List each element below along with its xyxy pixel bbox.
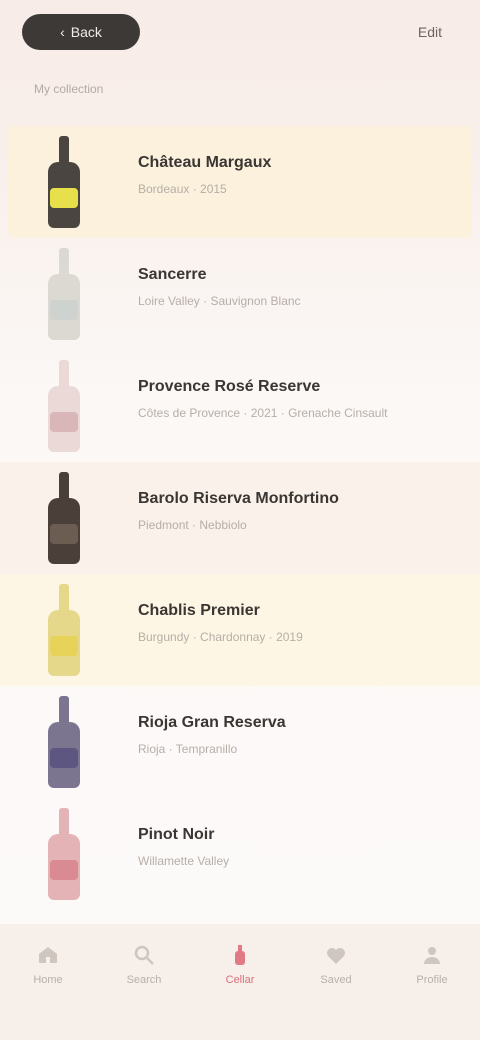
profile-icon xyxy=(419,942,445,968)
list-item-text: Barolo Riserva Monfortino Piedmont · Nebb… xyxy=(138,490,440,532)
edit-button[interactable]: Edit xyxy=(418,22,442,42)
wine-bottle-thumbnail xyxy=(40,468,88,568)
wine-title: Rioja Gran Reserva xyxy=(138,714,286,731)
search-icon xyxy=(131,942,157,968)
wine-title: Chablis Premier xyxy=(138,602,260,619)
tab-cellar[interactable]: Cellar xyxy=(200,942,280,986)
wine-list: Château Margaux Bordeaux · 2015 Sancerre Lo… xyxy=(0,126,480,910)
wine-bottle-thumbnail xyxy=(40,580,88,680)
wine-bottle-thumbnail xyxy=(40,244,88,344)
list-item[interactable]: Sancerre Loire Valley · Sauvignon Blanc xyxy=(0,238,480,350)
bottle-icon xyxy=(44,580,84,680)
wine-title: Sancerre xyxy=(138,266,207,283)
list-item[interactable]: Chablis Premier Burgundy · Chardonnay · 2… xyxy=(0,574,480,686)
wine-subtitle: Bordeaux · 2015 xyxy=(138,182,227,196)
tab-profile[interactable]: Profile xyxy=(392,942,472,986)
wine-bottle-thumbnail xyxy=(40,132,88,232)
tab-search[interactable]: Search xyxy=(104,942,184,986)
wine-bottle-thumbnail xyxy=(40,804,88,904)
tab-label: Cellar xyxy=(225,974,255,986)
heart-icon xyxy=(323,942,349,968)
list-item-text: Rioja Gran Reserva Rioja · Tempranillo xyxy=(138,714,440,756)
list-item[interactable]: Rioja Gran Reserva Rioja · Tempranillo xyxy=(0,686,480,798)
list-item[interactable]: Provence Rosé Reserve Côtes de Provence ·… xyxy=(0,350,480,462)
tab-label: Home xyxy=(33,974,63,986)
wine-title: Château Margaux xyxy=(138,154,272,171)
tab-label: Search xyxy=(126,974,162,986)
wine-subtitle: Burgundy · Chardonnay · 2019 xyxy=(138,630,303,644)
back-button-label: Back xyxy=(70,24,102,40)
bottle-icon xyxy=(44,356,84,456)
back-button[interactable]: ‹ Back xyxy=(22,14,140,50)
bottle-icon xyxy=(227,942,253,968)
tab-home[interactable]: Home xyxy=(8,942,88,986)
tab-label: Saved xyxy=(320,974,352,986)
wine-title: Barolo Riserva Monfortino xyxy=(138,490,339,507)
page-subtitle: My collection xyxy=(34,82,104,96)
wine-title: Provence Rosé Reserve xyxy=(138,378,321,395)
home-icon xyxy=(35,942,61,968)
bottle-icon xyxy=(44,692,84,792)
wine-title: Pinot Noir xyxy=(138,826,215,843)
tab-saved[interactable]: Saved xyxy=(296,942,376,986)
list-item-text: Provence Rosé Reserve Côtes de Provence ·… xyxy=(138,378,440,420)
list-item-text: Chablis Premier Burgundy · Chardonnay · 2… xyxy=(138,602,440,644)
wine-subtitle: Willamette Valley xyxy=(138,854,230,868)
list-item-text: Pinot Noir Willamette Valley xyxy=(138,826,440,868)
tab-label: Profile xyxy=(416,974,448,986)
wine-subtitle: Loire Valley · Sauvignon Blanc xyxy=(138,294,301,308)
list-item-text: Sancerre Loire Valley · Sauvignon Blanc xyxy=(138,266,440,308)
list-item[interactable]: Château Margaux Bordeaux · 2015 xyxy=(8,126,472,238)
wine-subtitle: Piedmont · Nebbiolo xyxy=(138,518,247,532)
wine-subtitle: Rioja · Tempranillo xyxy=(138,742,238,756)
wine-bottle-thumbnail xyxy=(40,692,88,792)
header: ‹ Back Edit My collection xyxy=(0,0,480,120)
wine-subtitle: Côtes de Provence · 2021 · Grenache Cins… xyxy=(138,406,388,420)
list-item-text: Château Margaux Bordeaux · 2015 xyxy=(138,154,432,196)
bottle-icon xyxy=(44,804,84,904)
list-item[interactable]: Pinot Noir Willamette Valley xyxy=(0,798,480,910)
list-item[interactable]: Barolo Riserva Monfortino Piedmont · Nebb… xyxy=(0,462,480,574)
bottle-icon xyxy=(44,132,84,232)
app-screen: ‹ Back Edit My collection Château Margau… xyxy=(0,0,480,1040)
wine-bottle-thumbnail xyxy=(40,356,88,456)
bottom-nav: Home Search Cellar Saved Profile xyxy=(0,924,480,1040)
bottle-icon xyxy=(44,244,84,344)
chevron-left-icon: ‹ xyxy=(60,24,65,40)
bottle-icon xyxy=(44,468,84,568)
